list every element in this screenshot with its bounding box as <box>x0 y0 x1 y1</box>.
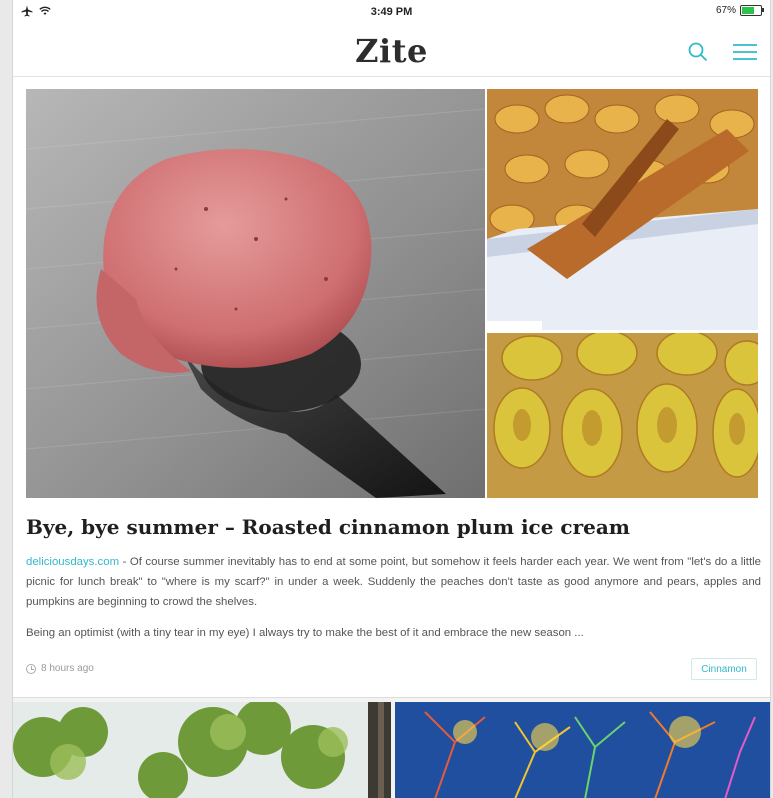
time-ago: 8 hours ago <box>41 663 94 674</box>
battery-percent: 67% <box>715 5 736 16</box>
article-card[interactable]: Bye, bye summer – Roasted cinnamon plum … <box>13 77 770 697</box>
article-title[interactable]: Bye, bye summer – Roasted cinnamon plum … <box>26 515 761 539</box>
article-summary: deliciousdays.com - Of course summer ine… <box>26 552 761 612</box>
article-source-link[interactable]: deliciousdays.com <box>26 556 119 568</box>
status-bar: 3:49 PM 67% <box>13 0 770 28</box>
coral-photo[interactable] <box>395 702 770 798</box>
next-articles-row <box>13 697 770 798</box>
cinnamon-plums-photo[interactable] <box>487 89 758 330</box>
trees-photo[interactable] <box>13 702 391 798</box>
source-separator: - <box>119 556 130 568</box>
status-time: 3:49 PM <box>370 6 413 18</box>
clock-icon <box>26 663 36 674</box>
summary-text: Of course summer inevitably has to end a… <box>26 556 761 608</box>
app-logo[interactable]: Zite <box>13 32 770 70</box>
battery-fill <box>742 7 754 14</box>
nav-bar: Zite <box>13 28 770 77</box>
roasted-plums-photo[interactable] <box>487 333 758 498</box>
menu-icon[interactable] <box>731 40 759 64</box>
status-right: 67% <box>715 5 764 16</box>
topic-tag-button[interactable]: Cinnamon <box>691 658 757 680</box>
battery-icon <box>740 5 764 16</box>
search-icon[interactable] <box>686 40 710 64</box>
ice-cream-scoop-photo[interactable] <box>26 89 485 498</box>
article-meta: 8 hours ago <box>26 663 94 674</box>
app-frame: 3:49 PM 67% Zite Bye, bye summer – Roast… <box>12 0 771 798</box>
article-paragraph: Being an optimist (with a tiny tear in m… <box>26 627 584 639</box>
